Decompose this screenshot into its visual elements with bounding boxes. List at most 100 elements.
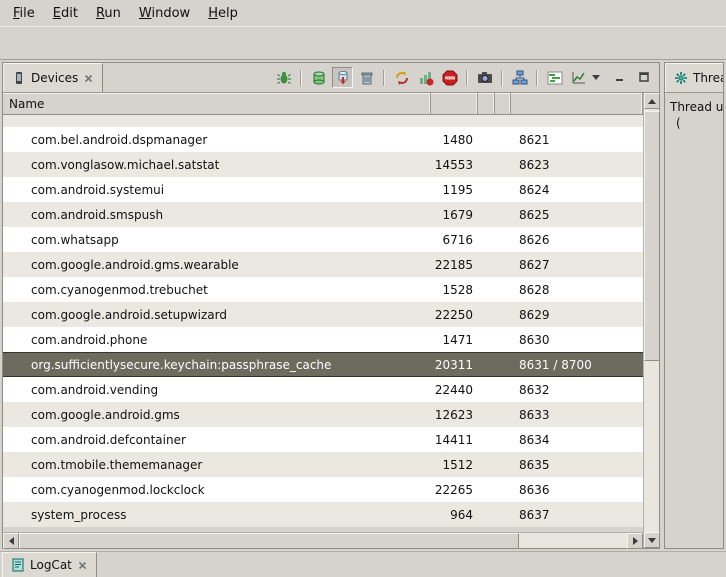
devices-view: Devices STOP [2, 62, 660, 549]
process-name: com.google.android.gms.wearable [3, 258, 431, 272]
column-header-port[interactable] [511, 93, 643, 114]
dump-view-hierarchy-button[interactable] [509, 67, 530, 88]
dump-view-hierarchy-icon [512, 70, 528, 86]
threads-message: Thread up ( [665, 93, 723, 137]
menu-window[interactable]: Window [130, 2, 199, 25]
tab-threads[interactable]: Threads [665, 63, 724, 92]
table-row-selected[interactable]: org.sufficientlysecure.keychain:passphra… [3, 352, 643, 377]
menu-help[interactable]: Help [199, 2, 247, 25]
svg-text:STOP: STOP [445, 76, 454, 80]
update-heap-button[interactable] [308, 67, 329, 88]
arrow-down-icon [648, 538, 656, 543]
table-row[interactable]: com.google.android.gms.wearable 22185 86… [3, 252, 643, 277]
screen-capture-icon [477, 70, 493, 86]
table-row[interactable]: com.tmobile.thememanager 1512 8635 [3, 452, 643, 477]
vertical-scrollbar[interactable] [643, 93, 659, 548]
menu-file[interactable]: File [4, 2, 44, 25]
column-header-name[interactable]: Name [3, 93, 431, 114]
toolbar-separator [300, 70, 302, 86]
process-name: com.cyanogenmod.trebuchet [3, 283, 431, 297]
minimize-button[interactable] [613, 71, 627, 83]
start-method-profiling-button[interactable] [415, 67, 436, 88]
debug-process-button[interactable] [273, 67, 294, 88]
table-row[interactable]: system_process 964 8637 [3, 502, 643, 527]
column-header-2[interactable] [478, 93, 495, 114]
logcat-icon [11, 558, 25, 572]
table-row[interactable]: com.cyanogenmod.lockclock 22265 8636 [3, 477, 643, 502]
process-name: com.android.smspush [3, 208, 431, 222]
process-name: com.android.vending [3, 383, 431, 397]
screen-capture-button[interactable] [474, 67, 495, 88]
process-pid: 20311 [431, 358, 478, 372]
table-row[interactable]: com.android.defcontainer 14411 8634 [3, 427, 643, 452]
process-pid: 12623 [431, 408, 478, 422]
view-menu-button[interactable] [589, 71, 603, 83]
scroll-right-button[interactable] [627, 533, 643, 549]
table-header: Name [3, 93, 643, 115]
process-name: com.bel.android.dspmanager [3, 133, 431, 147]
column-header-pid[interactable] [431, 93, 478, 114]
close-icon[interactable] [83, 73, 94, 84]
process-pid: 22250 [431, 308, 478, 322]
menu-run[interactable]: Run [87, 2, 130, 25]
process-port: 8627 [511, 258, 643, 272]
table-row[interactable]: com.android.vending 22440 8632 [3, 377, 643, 402]
tab-logcat[interactable]: LogCat [2, 552, 97, 577]
toolbar-separator [383, 70, 385, 86]
process-table-body: com.bel.android.dspmanager 1480 8621 com… [3, 115, 643, 532]
cause-gc-icon [359, 70, 375, 86]
stop-process-button[interactable]: STOP [439, 67, 460, 88]
table-row[interactable]: com.vonglasow.michael.satstat 14553 8623 [3, 152, 643, 177]
menu-edit[interactable]: Edit [44, 2, 87, 25]
process-name: com.cyanogenmod.lockclock [3, 483, 431, 497]
process-port: 8635 [511, 458, 643, 472]
process-name: com.vonglasow.michael.satstat [3, 158, 431, 172]
table-row[interactable]: com.cyanogenmod.trebuchet 1528 8628 [3, 277, 643, 302]
main-toolbar [0, 26, 726, 60]
dump-hprof-button[interactable] [332, 67, 353, 88]
cause-gc-button[interactable] [356, 67, 377, 88]
start-opengl-trace-button[interactable] [568, 67, 589, 88]
process-name: com.android.phone [3, 333, 431, 347]
table-row[interactable]: com.google.android.setupwizard 22250 862… [3, 302, 643, 327]
process-name: org.sufficientlysecure.keychain:passphra… [3, 358, 431, 372]
table-row[interactable]: com.android.systemui 1195 8624 [3, 177, 643, 202]
view-menu-icon [591, 73, 601, 81]
table-row[interactable]: com.google.android.gms 12623 8633 [3, 402, 643, 427]
update-threads-button[interactable] [391, 67, 412, 88]
process-port: 8636 [511, 483, 643, 497]
threads-message-line1: Thread up [670, 99, 718, 115]
tab-devices[interactable]: Devices [3, 63, 103, 92]
maximize-button[interactable] [637, 71, 651, 83]
horizontal-scrollbar-thumb[interactable] [19, 533, 519, 549]
ddms-window: { "menubar": { "items": [ { "label": "Fi… [0, 0, 726, 577]
close-icon[interactable] [77, 560, 88, 571]
process-port: 8624 [511, 183, 643, 197]
vertical-scrollbar-thumb[interactable] [644, 111, 660, 361]
start-method-profiling-icon [418, 70, 434, 86]
table-row[interactable]: com.bel.android.dspmanager 1480 8621 [3, 127, 643, 152]
stop-process-icon: STOP [442, 70, 458, 86]
scroll-down-button[interactable] [644, 532, 660, 548]
scroll-up-button[interactable] [644, 93, 660, 109]
process-name: com.google.android.setupwizard [3, 308, 431, 322]
column-header-3[interactable] [495, 93, 511, 114]
update-heap-icon [311, 70, 327, 86]
tab-logcat-label: LogCat [30, 558, 72, 572]
devices-window-buttons [589, 71, 651, 83]
table-row[interactable]: com.whatsapp 6716 8626 [3, 227, 643, 252]
capture-systrace-button[interactable] [544, 67, 565, 88]
horizontal-scrollbar[interactable] [3, 532, 643, 548]
devices-tabbar: Devices STOP [3, 63, 659, 93]
process-port: 8629 [511, 308, 643, 322]
threads-tabbar: Threads [665, 63, 723, 93]
scroll-left-button[interactable] [3, 533, 19, 549]
arrow-left-icon [9, 537, 14, 545]
table-row[interactable]: com.android.phone 1471 8630 [3, 327, 643, 352]
logcat-bar: LogCat [0, 551, 726, 577]
process-port: 8626 [511, 233, 643, 247]
table-row[interactable]: com.android.smspush 1679 8625 [3, 202, 643, 227]
process-pid: 1471 [431, 333, 478, 347]
threads-view: Threads Thread up ( [664, 62, 724, 549]
process-pid: 1528 [431, 283, 478, 297]
